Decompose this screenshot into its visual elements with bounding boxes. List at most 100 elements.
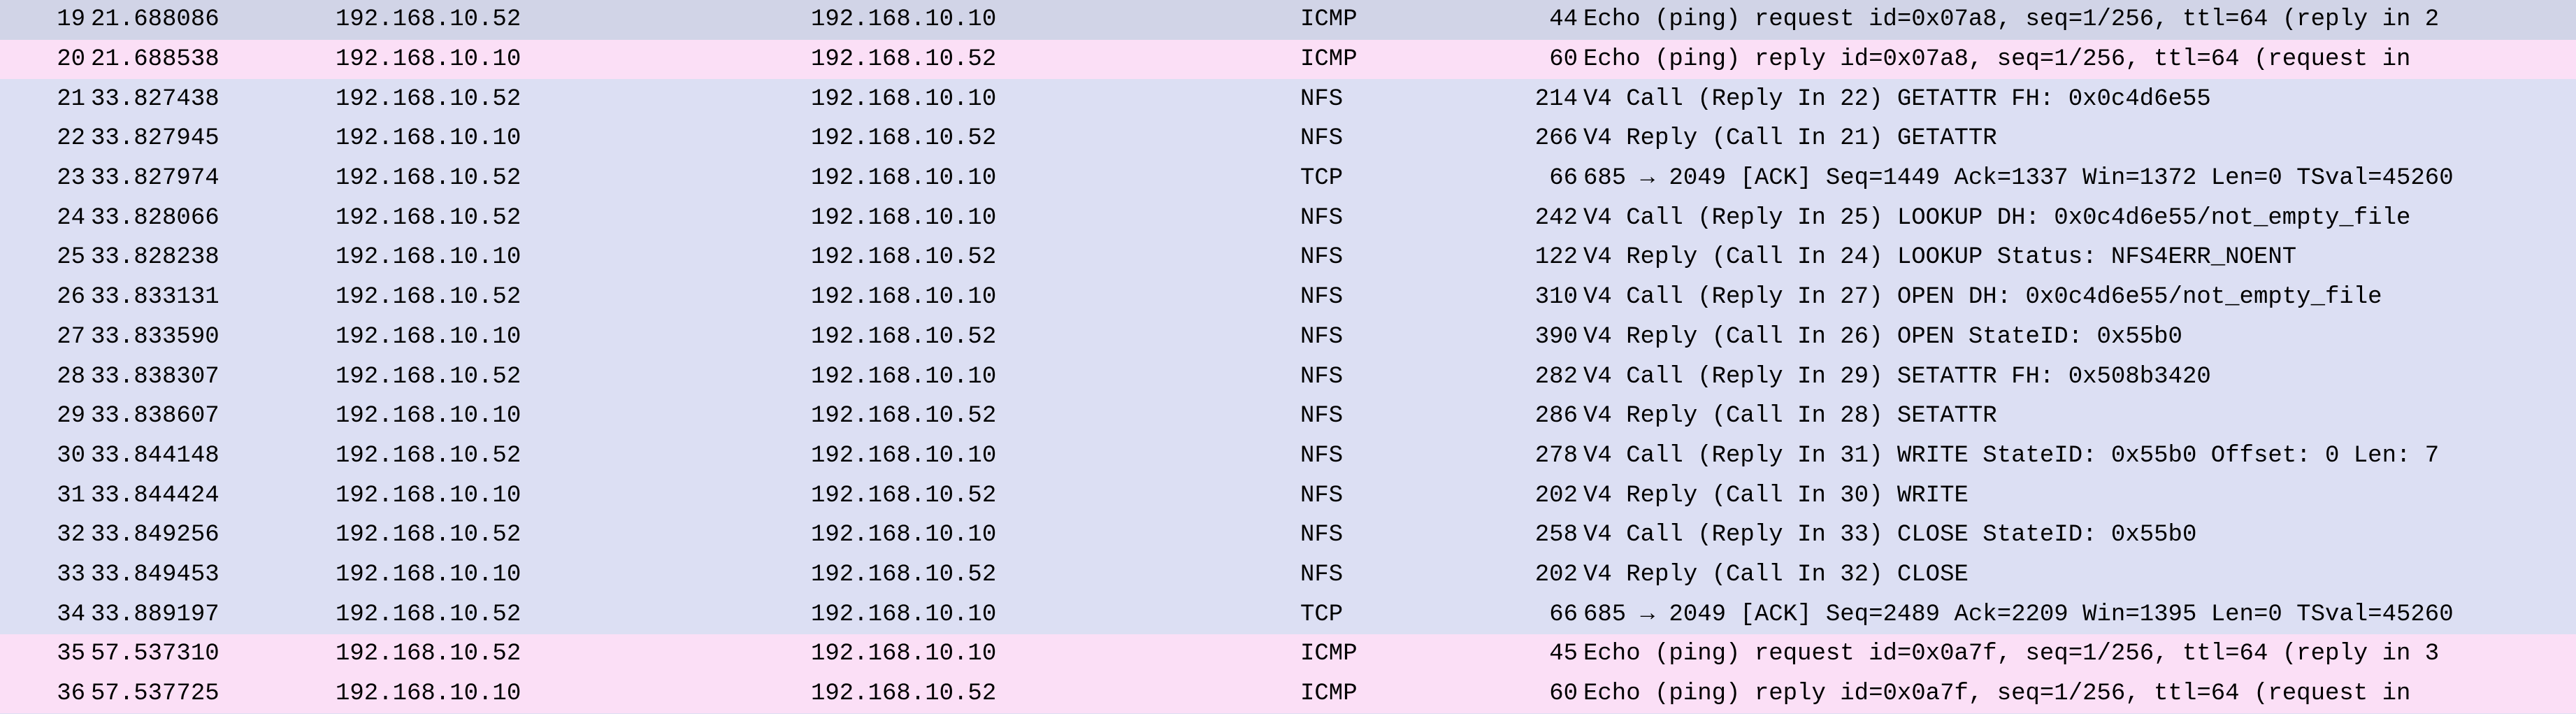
packet-row[interactable]: 2733.833590192.168.10.10192.168.10.52NFS… <box>0 317 2576 357</box>
packet-number: 23 <box>0 165 91 192</box>
packet-length: 66 <box>1506 165 1583 192</box>
packet-info: Echo (ping) request id=0x07a8, seq=1/256… <box>1583 6 2576 33</box>
packet-destination: 192.168.10.10 <box>811 284 1300 310</box>
packet-protocol: NFS <box>1300 205 1506 231</box>
packet-row[interactable]: 3233.849256192.168.10.52192.168.10.10NFS… <box>0 515 2576 555</box>
packet-time: 33.838307 <box>91 364 336 390</box>
packet-destination: 192.168.10.52 <box>811 680 1300 707</box>
packet-number: 32 <box>0 522 91 548</box>
packet-length: 258 <box>1506 522 1583 548</box>
packet-destination: 192.168.10.52 <box>811 562 1300 588</box>
packet-row[interactable]: 2633.833131192.168.10.52192.168.10.10NFS… <box>0 278 2576 317</box>
packet-destination: 192.168.10.52 <box>811 324 1300 350</box>
packet-source: 192.168.10.52 <box>336 6 811 33</box>
packet-time: 57.537725 <box>91 680 336 707</box>
packet-destination: 192.168.10.10 <box>811 641 1300 667</box>
packet-length: 278 <box>1506 443 1583 469</box>
packet-number: 21 <box>0 86 91 113</box>
packet-source: 192.168.10.52 <box>336 443 811 469</box>
packet-row[interactable]: 2233.827945192.168.10.10192.168.10.52NFS… <box>0 119 2576 159</box>
packet-row[interactable]: 3557.537310192.168.10.52192.168.10.10ICM… <box>0 634 2576 674</box>
packet-time: 33.828238 <box>91 244 336 271</box>
packet-protocol: NFS <box>1300 324 1506 350</box>
packet-source: 192.168.10.10 <box>336 125 811 152</box>
packet-protocol: NFS <box>1300 483 1506 509</box>
packet-source: 192.168.10.10 <box>336 562 811 588</box>
packet-time: 33.827438 <box>91 86 336 113</box>
packet-source: 192.168.10.52 <box>336 641 811 667</box>
packet-destination: 192.168.10.10 <box>811 165 1300 192</box>
packet-source: 192.168.10.10 <box>336 244 811 271</box>
packet-number: 26 <box>0 284 91 310</box>
packet-info: V4 Call (Reply In 29) SETATTR FH: 0x508b… <box>1583 364 2576 390</box>
packet-source: 192.168.10.10 <box>336 324 811 350</box>
packet-time: 33.838607 <box>91 403 336 429</box>
packet-info: V4 Call (Reply In 33) CLOSE StateID: 0x5… <box>1583 522 2576 548</box>
packet-row[interactable]: 2433.828066192.168.10.52192.168.10.10NFS… <box>0 198 2576 238</box>
packet-info: 685 → 2049 [ACK] Seq=2489 Ack=2209 Win=1… <box>1583 601 2576 628</box>
packet-row[interactable]: 3657.537725192.168.10.10192.168.10.52ICM… <box>0 674 2576 714</box>
packet-info: V4 Reply (Call In 32) CLOSE <box>1583 562 2576 588</box>
packet-source: 192.168.10.10 <box>336 680 811 707</box>
packet-length: 286 <box>1506 403 1583 429</box>
packet-length: 202 <box>1506 562 1583 588</box>
packet-destination: 192.168.10.52 <box>811 483 1300 509</box>
packet-time: 33.828066 <box>91 205 336 231</box>
packet-length: 266 <box>1506 125 1583 152</box>
packet-number: 34 <box>0 601 91 628</box>
packet-destination: 192.168.10.10 <box>811 364 1300 390</box>
packet-destination: 192.168.10.52 <box>811 403 1300 429</box>
packet-protocol: NFS <box>1300 562 1506 588</box>
packet-info: V4 Reply (Call In 26) OPEN StateID: 0x55… <box>1583 324 2576 350</box>
packet-source: 192.168.10.10 <box>336 46 811 73</box>
packet-row[interactable]: 3033.844148192.168.10.52192.168.10.10NFS… <box>0 436 2576 476</box>
packet-info: V4 Reply (Call In 28) SETATTR <box>1583 403 2576 429</box>
packet-length: 214 <box>1506 86 1583 113</box>
packet-length: 282 <box>1506 364 1583 390</box>
packet-number: 33 <box>0 562 91 588</box>
packet-row[interactable]: 2021.688538192.168.10.10192.168.10.52ICM… <box>0 40 2576 80</box>
packet-destination: 192.168.10.10 <box>811 522 1300 548</box>
packet-number: 27 <box>0 324 91 350</box>
packet-row[interactable]: 3133.844424192.168.10.10192.168.10.52NFS… <box>0 476 2576 515</box>
packet-time: 21.688086 <box>91 6 336 33</box>
packet-time: 57.537310 <box>91 641 336 667</box>
packet-row[interactable]: 3433.889197192.168.10.52192.168.10.10TCP… <box>0 594 2576 634</box>
packet-protocol: NFS <box>1300 364 1506 390</box>
packet-row[interactable]: 2833.838307192.168.10.52192.168.10.10NFS… <box>0 357 2576 397</box>
packet-number: 19 <box>0 6 91 33</box>
packet-row[interactable]: 2933.838607192.168.10.10192.168.10.52NFS… <box>0 397 2576 436</box>
packet-number: 30 <box>0 443 91 469</box>
packet-protocol: NFS <box>1300 125 1506 152</box>
packet-length: 66 <box>1506 601 1583 628</box>
packet-protocol: ICMP <box>1300 641 1506 667</box>
packet-source: 192.168.10.10 <box>336 483 811 509</box>
packet-length: 202 <box>1506 483 1583 509</box>
packet-destination: 192.168.10.52 <box>811 125 1300 152</box>
packet-destination: 192.168.10.10 <box>811 601 1300 628</box>
packet-source: 192.168.10.52 <box>336 364 811 390</box>
packet-length: 122 <box>1506 244 1583 271</box>
packet-row[interactable]: 3333.849453192.168.10.10192.168.10.52NFS… <box>0 555 2576 595</box>
packet-protocol: ICMP <box>1300 6 1506 33</box>
packet-row[interactable]: 2533.828238192.168.10.10192.168.10.52NFS… <box>0 238 2576 278</box>
packet-protocol: ICMP <box>1300 680 1506 707</box>
packet-protocol: TCP <box>1300 165 1506 192</box>
packet-number: 20 <box>0 46 91 73</box>
packet-destination: 192.168.10.10 <box>811 86 1300 113</box>
packet-info: 685 → 2049 [ACK] Seq=1449 Ack=1337 Win=1… <box>1583 165 2576 192</box>
packet-destination: 192.168.10.10 <box>811 6 1300 33</box>
packet-protocol: ICMP <box>1300 46 1506 73</box>
packet-source: 192.168.10.10 <box>336 403 811 429</box>
packet-row[interactable]: 1921.688086192.168.10.52192.168.10.10ICM… <box>0 0 2576 40</box>
packet-source: 192.168.10.52 <box>336 86 811 113</box>
packet-length: 390 <box>1506 324 1583 350</box>
packet-number: 31 <box>0 483 91 509</box>
packet-list-table: 1921.688086192.168.10.52192.168.10.10ICM… <box>0 0 2576 713</box>
packet-info: V4 Reply (Call In 30) WRITE <box>1583 483 2576 509</box>
packet-row[interactable]: 2333.827974192.168.10.52192.168.10.10TCP… <box>0 159 2576 199</box>
packet-time: 33.827974 <box>91 165 336 192</box>
packet-source: 192.168.10.52 <box>336 601 811 628</box>
packet-info: V4 Call (Reply In 22) GETATTR FH: 0x0c4d… <box>1583 86 2576 113</box>
packet-row[interactable]: 2133.827438192.168.10.52192.168.10.10NFS… <box>0 79 2576 119</box>
